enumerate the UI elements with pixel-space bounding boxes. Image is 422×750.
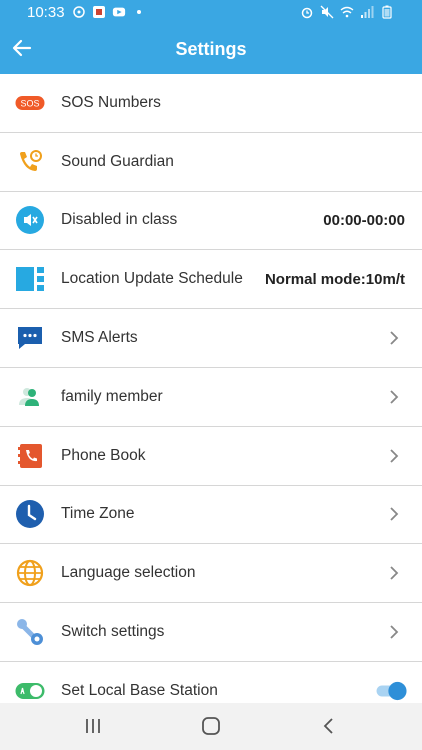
settings-item-label: Language selection <box>61 564 196 582</box>
settings-item-time-zone[interactable]: Time Zone <box>0 486 422 545</box>
settings-item-value: 00:00-00:00 <box>323 211 405 229</box>
battery-icon <box>382 5 392 19</box>
settings-list: SOS SOS Numbers Sound Guardian Disabled … <box>0 74 422 721</box>
settings-item-disabled-in-class[interactable]: Disabled in class 00:00-00:00 <box>0 192 422 251</box>
mute-icon <box>320 5 334 19</box>
alarm-icon <box>301 7 313 19</box>
recent-apps-icon[interactable] <box>82 715 104 737</box>
settings-item-label: Location Update Schedule <box>61 270 243 288</box>
globe-icon <box>15 558 45 588</box>
settings-item-switch-settings[interactable]: Switch settings <box>0 603 422 662</box>
dot-icon <box>137 10 141 14</box>
chevron-right-icon <box>390 507 399 522</box>
phonebook-icon <box>15 441 45 471</box>
settings-item-label: Phone Book <box>61 446 146 464</box>
settings-item-location-update-schedule[interactable]: Location Update Schedule Normal mode:10m… <box>0 250 422 310</box>
wrench-icon <box>15 617 45 647</box>
youtube-icon <box>112 7 126 17</box>
toolbar: Settings <box>0 26 422 74</box>
settings-item-sos-numbers[interactable]: SOS SOS Numbers <box>0 74 422 133</box>
sos-icon: SOS <box>15 88 45 118</box>
chevron-right-icon <box>390 331 399 345</box>
system-nav-bar <box>0 703 422 750</box>
status-bar: 10:33 <box>0 0 422 26</box>
chevron-right-icon <box>390 390 399 404</box>
settings-item-sound-guardian[interactable]: Sound Guardian <box>0 133 422 192</box>
toggle-green-icon <box>15 676 45 706</box>
signal-icon <box>361 6 374 18</box>
clock-icon <box>15 499 45 529</box>
chevron-right-icon <box>390 625 399 639</box>
settings-item-label: Sound Guardian <box>61 152 174 170</box>
people-icon <box>15 382 45 412</box>
settings-item-label: family member <box>61 387 163 405</box>
chevron-right-icon <box>390 449 399 463</box>
chevron-right-icon <box>390 566 399 580</box>
app-icon <box>93 6 105 18</box>
svg-text:SOS: SOS <box>20 98 39 108</box>
speaker-mute-icon <box>15 205 45 235</box>
settings-item-label: SOS Numbers <box>61 93 161 111</box>
settings-item-phone-book[interactable]: Phone Book <box>0 427 422 486</box>
settings-item-label: Time Zone <box>61 505 135 523</box>
schedule-icon <box>15 264 45 294</box>
settings-item-value: Normal mode:10m/t <box>264 270 405 288</box>
nav-back-icon[interactable] <box>318 715 340 737</box>
message-icon <box>15 323 45 353</box>
sync-icon <box>73 6 85 18</box>
settings-item-label: Set Local Base Station <box>61 681 218 699</box>
page-title: Settings <box>175 39 247 59</box>
settings-item-label: SMS Alerts <box>61 329 138 347</box>
settings-item-label: Disabled in class <box>61 211 178 229</box>
settings-item-family-member[interactable]: family member <box>0 368 422 427</box>
settings-item-sms-alerts[interactable]: SMS Alerts <box>0 309 422 368</box>
phone-clock-icon <box>15 147 45 177</box>
wifi-icon <box>340 6 354 18</box>
base-station-toggle[interactable] <box>374 681 410 701</box>
status-left-icons <box>72 5 146 19</box>
home-icon[interactable] <box>200 715 222 737</box>
app-bar: 10:33 Settings <box>0 0 422 74</box>
status-time: 10:33 <box>27 4 65 21</box>
status-right-icons <box>300 5 394 19</box>
settings-item-language-selection[interactable]: Language selection <box>0 544 422 604</box>
settings-item-label: Switch settings <box>61 623 165 641</box>
